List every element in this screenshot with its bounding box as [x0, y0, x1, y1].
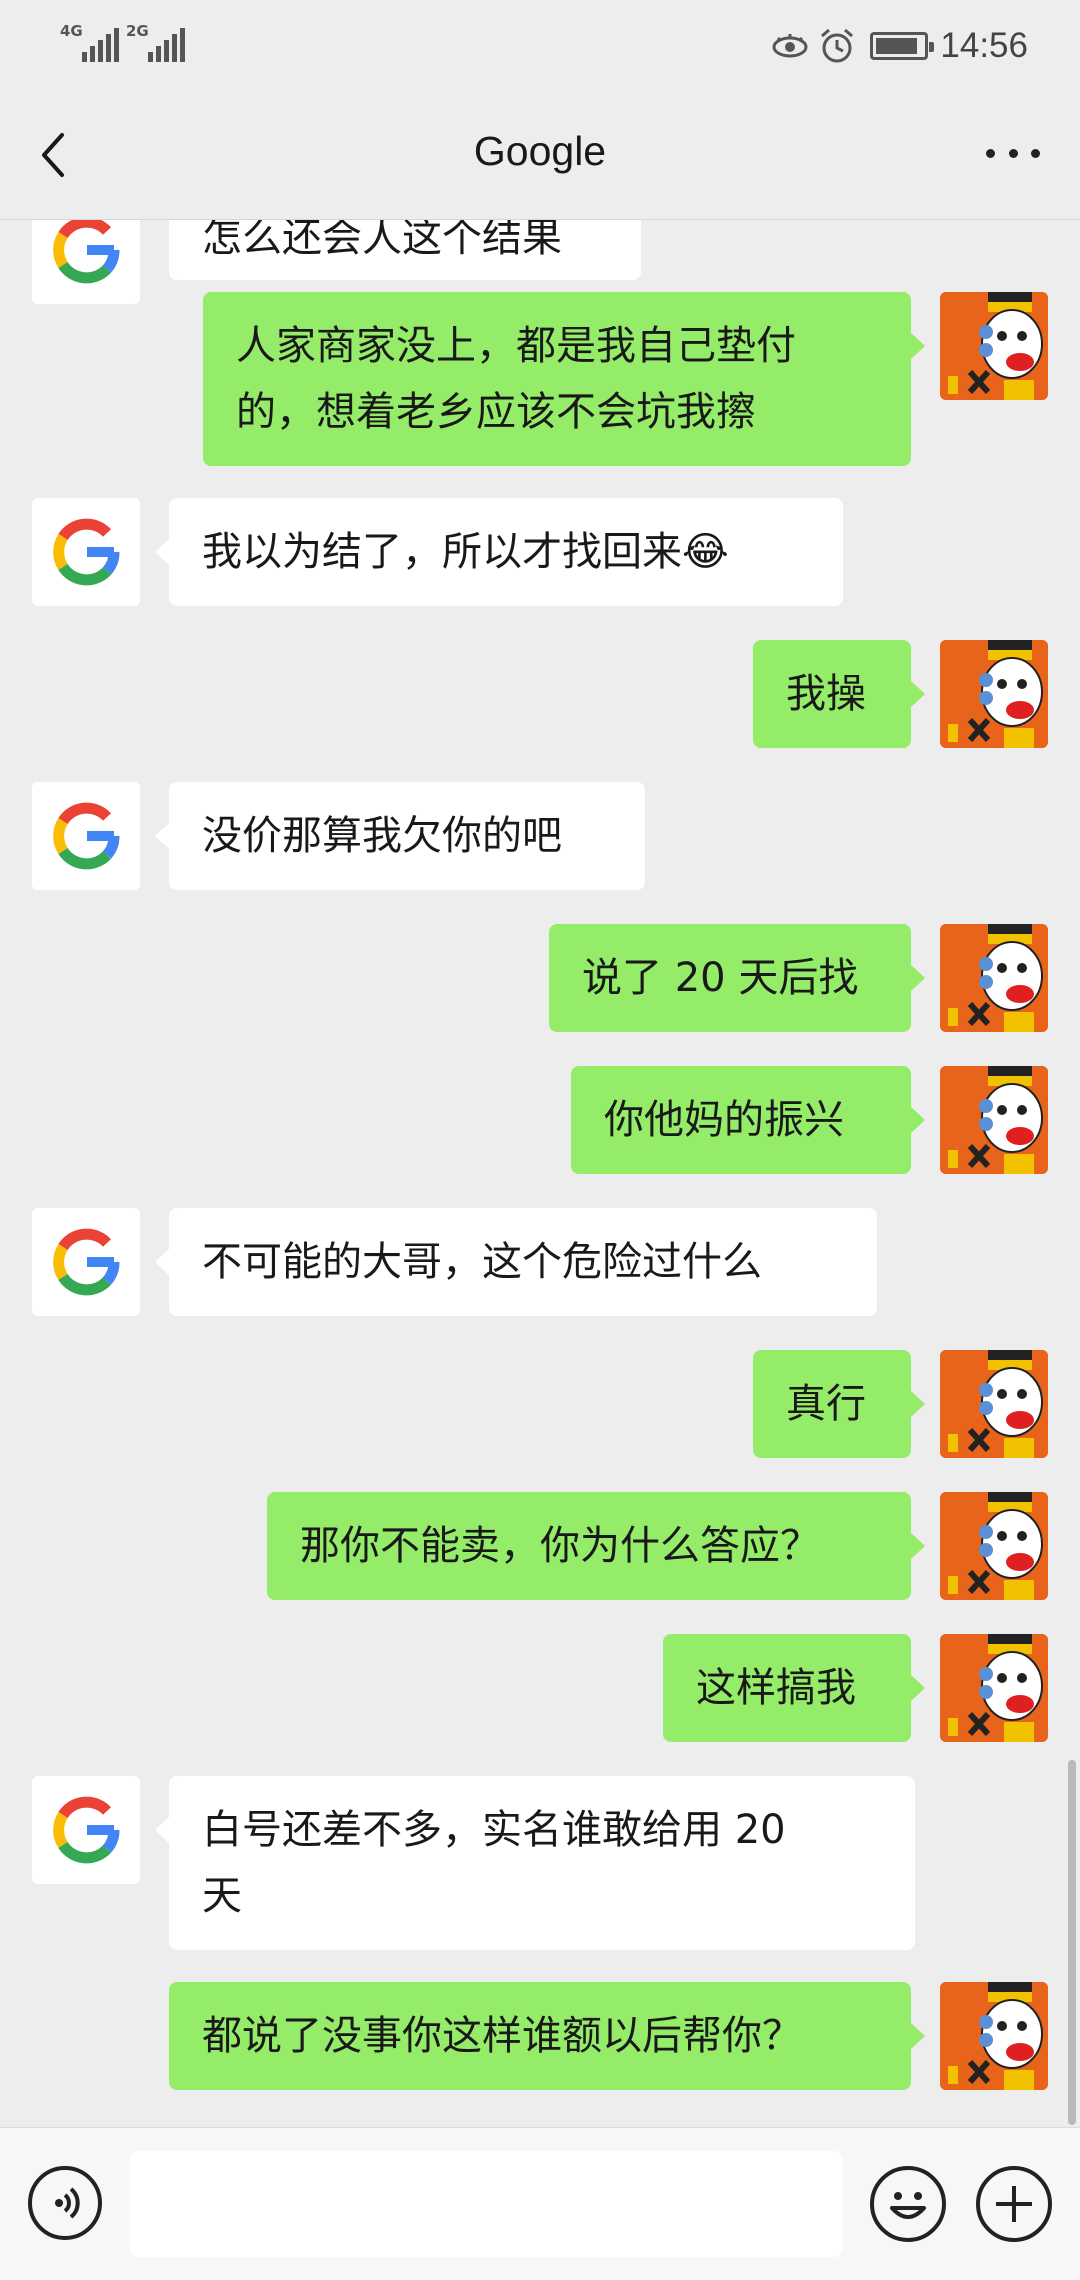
- alarm-icon: [821, 28, 854, 63]
- outgoing-message-bubble[interactable]: 都说了没事你这样谁额以后帮你？: [169, 1982, 925, 2090]
- my-avatar[interactable]: [940, 292, 1048, 400]
- clown-avatar-icon: [940, 1982, 1048, 2090]
- contact-avatar[interactable]: [32, 1776, 140, 1884]
- google-logo-icon: [32, 1208, 140, 1316]
- google-logo-icon: [32, 782, 140, 890]
- my-avatar[interactable]: [940, 924, 1048, 1032]
- message-row: 白号还差不多，实名谁敢给用 20 天: [0, 1776, 1080, 1950]
- message-row: 怎么还会人这个结果: [0, 220, 1080, 304]
- clock-time: 14:56: [940, 26, 1028, 65]
- google-logo-icon: [32, 1776, 140, 1884]
- status-bar: 4G 2G 14:56: [0, 0, 1080, 90]
- message-input[interactable]: [130, 2151, 842, 2257]
- my-avatar[interactable]: [940, 1492, 1048, 1600]
- incoming-message-bubble[interactable]: 白号还差不多，实名谁敢给用 20 天: [155, 1776, 915, 1950]
- network-type-2: 2G: [126, 22, 149, 40]
- message-row: 不可能的大哥，这个危险过什么: [0, 1208, 1080, 1316]
- dot-icon: [1031, 148, 1040, 158]
- outgoing-message-bubble[interactable]: 人家商家没上，都是我自己垫付 的，想着老乡应该不会坑我擦: [203, 292, 925, 466]
- message-row: 人家商家没上，都是我自己垫付 的，想着老乡应该不会坑我擦: [0, 292, 1080, 466]
- message-row: 真行: [0, 1350, 1080, 1458]
- message-row: 都说了没事你这样谁额以后帮你？: [0, 1982, 1080, 2090]
- eye-icon: [772, 34, 808, 58]
- contact-avatar[interactable]: [32, 498, 140, 606]
- incoming-message-bubble[interactable]: 我以为结了，所以才找回来😂: [155, 498, 843, 606]
- message-row: 我以为结了，所以才找回来😂: [0, 498, 1080, 606]
- dot-icon: [1008, 148, 1018, 158]
- more-options-button[interactable]: [978, 128, 1048, 178]
- scrollbar[interactable]: [1068, 1760, 1076, 2125]
- google-logo-icon: [32, 498, 140, 606]
- dot-icon: [986, 148, 995, 158]
- message-row: 那你不能卖，你为什么答应？: [0, 1492, 1080, 1600]
- network-type-1: 4G: [60, 22, 83, 40]
- clown-avatar-icon: [940, 640, 1048, 748]
- outgoing-message-bubble[interactable]: 真行: [753, 1350, 925, 1458]
- plus-icon: [996, 2186, 1032, 2222]
- input-bar: [0, 2127, 1080, 2280]
- clown-avatar-icon: [940, 1634, 1048, 1742]
- my-avatar[interactable]: [940, 1350, 1048, 1458]
- clown-avatar-icon: [940, 292, 1048, 400]
- clown-avatar-icon: [940, 1492, 1048, 1600]
- my-avatar[interactable]: [940, 1982, 1048, 2090]
- voice-icon: [55, 2187, 80, 2219]
- my-avatar[interactable]: [940, 640, 1048, 748]
- voice-input-button[interactable]: [28, 2166, 102, 2240]
- message-row: 这样搞我: [0, 1634, 1080, 1742]
- more-functions-button[interactable]: [976, 2166, 1052, 2242]
- smiley-icon: [890, 2192, 926, 2219]
- incoming-message-bubble[interactable]: 不可能的大哥，这个危险过什么: [155, 1208, 877, 1316]
- message-row: 没价那算我欠你的吧: [0, 782, 1080, 890]
- message-row: 说了 20 天后找: [0, 924, 1080, 1032]
- message-row: 我操: [0, 640, 1080, 748]
- outgoing-message-bubble[interactable]: 那你不能卖，你为什么答应？: [267, 1492, 925, 1600]
- outgoing-message-bubble[interactable]: 说了 20 天后找: [549, 924, 925, 1032]
- outgoing-message-bubble[interactable]: 你他妈的振兴: [571, 1066, 925, 1174]
- clown-avatar-icon: [940, 924, 1048, 1032]
- clown-avatar-icon: [940, 1066, 1048, 1174]
- chat-title: Google: [473, 128, 607, 174]
- outgoing-message-bubble[interactable]: 我操: [753, 640, 925, 748]
- clown-avatar-icon: [940, 1350, 1048, 1458]
- contact-avatar[interactable]: [32, 782, 140, 890]
- emoji-button[interactable]: [870, 2166, 946, 2242]
- outgoing-message-bubble[interactable]: 这样搞我: [663, 1634, 925, 1742]
- battery-icon: [870, 32, 935, 60]
- message-row: 你他妈的振兴: [0, 1066, 1080, 1174]
- contact-avatar[interactable]: [32, 1208, 140, 1316]
- incoming-message-bubble[interactable]: 怎么还会人这个结果: [169, 220, 641, 280]
- incoming-message-bubble[interactable]: 没价那算我欠你的吧: [155, 782, 645, 890]
- chat-header: Google: [0, 90, 1080, 220]
- my-avatar[interactable]: [940, 1066, 1048, 1174]
- my-avatar[interactable]: [940, 1634, 1048, 1742]
- message-list[interactable]: 怎么还会人这个结果 人家商家没上，都是我自己垫付 的，想着老乡应该不会坑我擦 我…: [0, 220, 1080, 2127]
